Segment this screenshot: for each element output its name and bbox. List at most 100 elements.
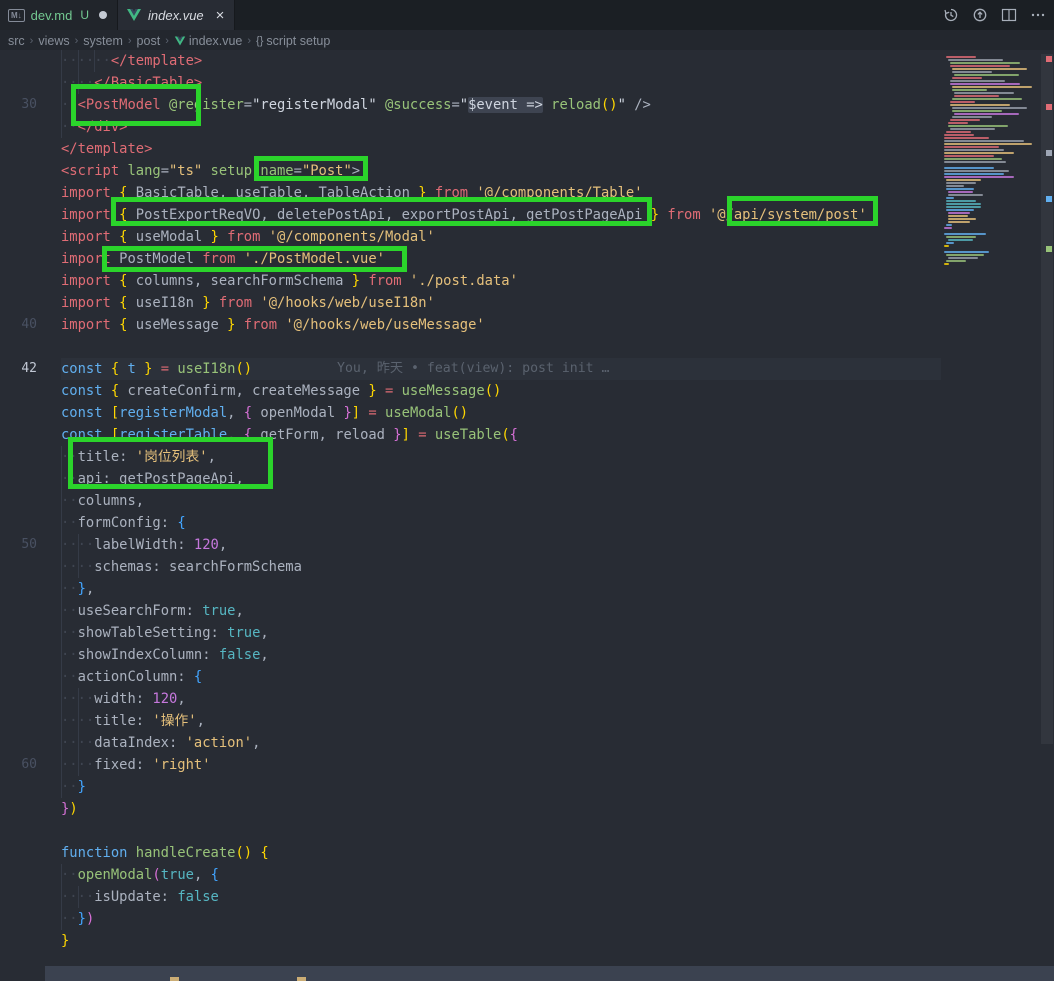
code-line[interactable]: ··}, [61,578,941,600]
line-number[interactable] [0,424,45,446]
code-line[interactable]: const [registerModal, { openModal }] = u… [61,402,941,424]
close-tab-icon[interactable]: × [216,8,225,23]
line-number[interactable] [0,886,45,908]
breadcrumb-item-script-setup[interactable]: {}script setup [256,34,330,48]
line-number[interactable] [0,248,45,270]
breadcrumb-item-system[interactable]: system [83,34,123,48]
unsaved-dot-icon[interactable] [99,11,107,19]
line-number[interactable]: 30 [0,94,45,116]
timeline-icon[interactable] [942,7,959,24]
code-line[interactable]: ··}) [61,908,941,930]
line-number[interactable] [0,270,45,292]
code-line[interactable]: import { useMessage } from '@/hooks/web/… [61,314,941,336]
code-line[interactable]: </template> [61,138,941,160]
code-line[interactable]: ··openModal(true, { [61,864,941,886]
open-changes-icon[interactable] [971,7,988,24]
breadcrumb-item-index-vue[interactable]: index.vue [174,34,243,48]
minimap[interactable] [944,50,1040,981]
code-line[interactable]: ····</BasicTable> [61,72,941,94]
line-number[interactable] [0,336,45,358]
code-line[interactable]: import { PostExportReqVO, deletePostApi,… [61,204,941,226]
line-number[interactable] [0,160,45,182]
line-number[interactable] [0,688,45,710]
code-line[interactable] [61,820,941,842]
code-editor[interactable]: 30 40 42 50 60 ······</template>····</BasicT… [0,50,1054,981]
code-line[interactable]: ··api: getPostPageApi, [61,468,941,490]
scrollbar[interactable] [1040,50,1054,981]
code-line[interactable]: import { useI18n } from '@/hooks/web/use… [61,292,941,314]
code-line[interactable]: ····schemas: searchFormSchema [61,556,941,578]
code-line[interactable]: ····dataIndex: 'action', [61,732,941,754]
line-number[interactable] [0,776,45,798]
code-line[interactable]: import PostModel from './PostModel.vue' [61,248,941,270]
code-line[interactable]: }) [61,798,941,820]
line-number[interactable] [0,468,45,490]
line-number[interactable] [0,380,45,402]
line-number[interactable] [0,182,45,204]
code-line[interactable]: } [61,930,941,952]
line-number[interactable] [0,864,45,886]
code-line[interactable]: ··formConfig: { [61,512,941,534]
code-line[interactable]: import { BasicTable, useTable, TableActi… [61,182,941,204]
code-line[interactable]: ··</div> [61,116,941,138]
more-actions-icon[interactable] [1029,7,1046,24]
line-number[interactable] [0,578,45,600]
code-line[interactable]: import { useModal } from '@/components/M… [61,226,941,248]
line-number[interactable] [0,556,45,578]
line-number[interactable] [0,226,45,248]
line-number[interactable] [0,908,45,930]
line-number[interactable] [0,930,45,952]
code-line[interactable]: const { t } = useI18n()You, 昨天 • feat(vi… [61,358,941,380]
code-line[interactable]: ··} [61,776,941,798]
line-number[interactable] [0,666,45,688]
line-number[interactable] [0,402,45,424]
code-line[interactable]: ······</template> [61,50,941,72]
code-line[interactable]: function handleCreate() { [61,842,941,864]
line-number[interactable] [0,820,45,842]
line-number[interactable] [0,644,45,666]
code-line[interactable]: ····width: 120, [61,688,941,710]
line-number[interactable] [0,446,45,468]
line-number[interactable] [0,292,45,314]
breadcrumb-item-post[interactable]: post [137,34,161,48]
code-line[interactable]: ····isUpdate: false [61,886,941,908]
line-number[interactable] [0,512,45,534]
code-line[interactable]: ··useSearchForm: true, [61,600,941,622]
tab-dev.md[interactable]: M↓dev.mdU [0,0,118,30]
code-line[interactable] [61,336,941,358]
line-number[interactable] [0,600,45,622]
line-number[interactable]: 42 [0,358,45,380]
code-line[interactable]: ··title: '岗位列表', [61,446,941,468]
split-editor-icon[interactable] [1000,7,1017,24]
line-number[interactable]: 60 [0,754,45,776]
code-line[interactable]: ··columns, [61,490,941,512]
code-line[interactable]: ··actionColumn: { [61,666,941,688]
line-number[interactable] [0,138,45,160]
gutter[interactable]: 30 40 42 50 60 [0,50,45,952]
code-line[interactable]: ··<PostModel @register="registerModal" @… [61,94,941,116]
line-number[interactable] [0,72,45,94]
line-number[interactable] [0,710,45,732]
line-number[interactable] [0,622,45,644]
line-number[interactable] [0,490,45,512]
code-line[interactable]: <script lang="ts" setup name="Post"> [61,160,941,182]
code-line[interactable]: import { columns, searchFormSchema } fro… [61,270,941,292]
line-number[interactable]: 50 [0,534,45,556]
line-number[interactable] [0,204,45,226]
line-number[interactable] [0,116,45,138]
code-line[interactable]: ····title: '操作', [61,710,941,732]
line-number[interactable] [0,50,45,72]
scrollbar-thumb[interactable] [1041,54,1053,744]
code-line[interactable]: const [registerTable, { getForm, reload … [61,424,941,446]
line-number[interactable] [0,798,45,820]
code-lines[interactable]: ······</template>····</BasicTable>··<Pos… [61,50,941,952]
code-line[interactable]: ····fixed: 'right' [61,754,941,776]
breadcrumb-item-views[interactable]: views [38,34,69,48]
code-line[interactable]: const { createConfirm, createMessage } =… [61,380,941,402]
code-line[interactable]: ··showIndexColumn: false, [61,644,941,666]
line-number[interactable]: 40 [0,314,45,336]
tab-index.vue[interactable]: index.vue× [118,0,235,30]
breadcrumb-item-src[interactable]: src [8,34,25,48]
code-line[interactable]: ··showTableSetting: true, [61,622,941,644]
line-number[interactable] [0,732,45,754]
